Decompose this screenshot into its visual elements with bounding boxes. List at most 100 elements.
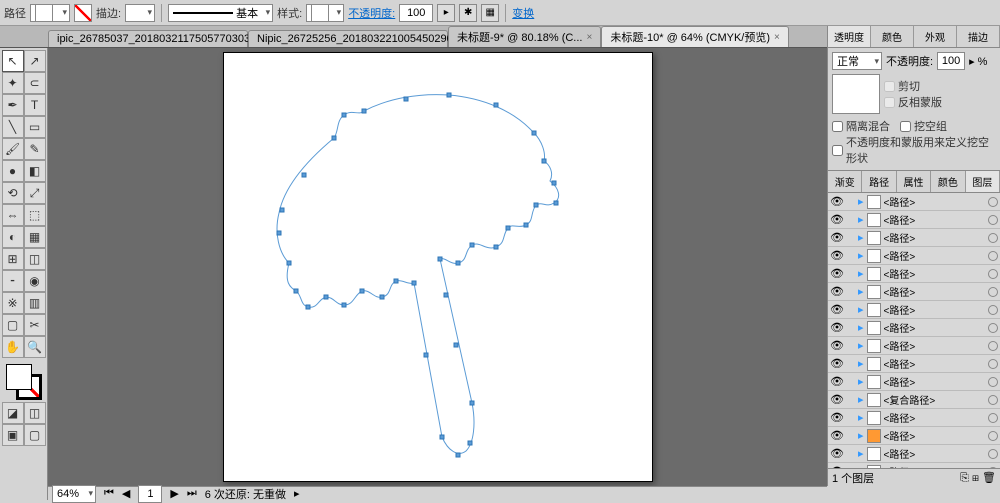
panel-tab[interactable]: 渐变: [828, 171, 862, 192]
panel-tab-stroke[interactable]: 描边: [957, 26, 1000, 47]
visibility-icon[interactable]: 👁: [830, 339, 842, 352]
layer-row[interactable]: 👁▸<路径>: [828, 229, 1000, 247]
layer-actions[interactable]: ⎘ ⊞ 🗑: [960, 471, 996, 485]
recolor-icon[interactable]: ✱: [459, 4, 477, 22]
stroke-swatch-icon[interactable]: [74, 4, 92, 22]
perspective-tool[interactable]: ▦: [24, 226, 46, 248]
layer-row[interactable]: 👁▸<路径>: [828, 193, 1000, 211]
layer-row[interactable]: 👁▸<路径>: [828, 409, 1000, 427]
visibility-icon[interactable]: 👁: [830, 321, 842, 334]
panel-tab-appearance[interactable]: 外观: [914, 26, 957, 47]
invert-checkbox[interactable]: 反相蒙版: [884, 94, 996, 110]
mesh-tool[interactable]: ⊞: [2, 248, 24, 270]
target-icon[interactable]: [988, 413, 998, 423]
stroke-weight[interactable]: [125, 4, 155, 22]
document-tab[interactable]: 未标题-9* @ 80.18% (C...×: [448, 26, 601, 47]
document-tab[interactable]: Nipic_26725256_20180322100545029030.ai*×: [248, 30, 448, 47]
layer-row[interactable]: 👁▸<路径>: [828, 301, 1000, 319]
fill-box[interactable]: [6, 364, 32, 390]
blend-mode-combo[interactable]: 正常: [832, 52, 882, 70]
eyedropper-tool[interactable]: ⁃: [2, 270, 24, 292]
target-icon[interactable]: [988, 269, 998, 279]
zoom-tool[interactable]: 🔍: [24, 336, 46, 358]
document-tab[interactable]: 未标题-10* @ 64% (CMYK/预览)×: [601, 26, 789, 47]
visibility-icon[interactable]: 👁: [830, 375, 842, 388]
target-icon[interactable]: [988, 359, 998, 369]
pen-tool[interactable]: ✒: [2, 94, 24, 116]
target-icon[interactable]: [988, 377, 998, 387]
visibility-icon[interactable]: 👁: [830, 213, 842, 226]
visibility-icon[interactable]: 👁: [830, 429, 842, 442]
visibility-icon[interactable]: 👁: [830, 267, 842, 280]
line-tool[interactable]: ╲: [2, 116, 24, 138]
close-icon[interactable]: ×: [774, 32, 780, 43]
layer-row[interactable]: 👁▸<路径>: [828, 211, 1000, 229]
visibility-icon[interactable]: 👁: [830, 357, 842, 370]
opacity-link[interactable]: 不透明度:: [348, 5, 395, 21]
pencil-tool[interactable]: ✎: [24, 138, 46, 160]
panel-tab-transparency[interactable]: 透明度: [828, 26, 871, 47]
rectangle-tool[interactable]: ▭: [24, 116, 46, 138]
target-icon[interactable]: [988, 215, 998, 225]
vector-path[interactable]: [224, 53, 654, 483]
layer-row[interactable]: 👁▸<路径>: [828, 265, 1000, 283]
panel-opacity-field[interactable]: [937, 52, 965, 70]
target-icon[interactable]: [988, 287, 998, 297]
opacity-field[interactable]: [399, 4, 433, 22]
layer-row[interactable]: 👁▸<路径>: [828, 319, 1000, 337]
blob-brush-tool[interactable]: ●: [2, 160, 24, 182]
symbol-sprayer-tool[interactable]: ※: [2, 292, 24, 314]
layer-row[interactable]: 👁▸<路径>: [828, 445, 1000, 463]
target-icon[interactable]: [988, 305, 998, 315]
panel-tab-color[interactable]: 颜色: [871, 26, 914, 47]
scale-tool[interactable]: ⤢: [24, 182, 46, 204]
layer-row[interactable]: 👁▸<路径>: [828, 355, 1000, 373]
align-icon[interactable]: ▦: [481, 4, 499, 22]
layer-row[interactable]: 👁▸<路径>: [828, 247, 1000, 265]
clip-checkbox[interactable]: 剪切: [884, 78, 996, 94]
artboard[interactable]: [223, 52, 653, 482]
nav-next-icon[interactable]: ▶: [170, 487, 178, 500]
panel-tab[interactable]: 路径: [862, 171, 896, 192]
change-screen-icon[interactable]: ▢: [24, 424, 46, 446]
opacity-thumb[interactable]: [832, 74, 880, 114]
selection-tool[interactable]: ↖: [2, 50, 24, 72]
canvas-area[interactable]: [48, 48, 827, 486]
document-tab[interactable]: ipic_26785037_20180321175057703037.ai*×: [48, 30, 248, 47]
lasso-tool[interactable]: ⊂: [24, 72, 46, 94]
graph-tool[interactable]: ▥: [24, 292, 46, 314]
target-icon[interactable]: [988, 395, 998, 405]
layer-row[interactable]: 👁▸<路径>: [828, 283, 1000, 301]
gradient-tool[interactable]: ◫: [24, 248, 46, 270]
artboard-tool[interactable]: ▢: [2, 314, 24, 336]
layer-row[interactable]: 👁▸<路径>: [828, 337, 1000, 355]
target-icon[interactable]: [988, 431, 998, 441]
shape-builder-tool[interactable]: ◐: [2, 226, 24, 248]
target-icon[interactable]: [988, 449, 998, 459]
layers-list[interactable]: 👁▸<路径>👁▸<路径>👁▸<路径>👁▸<路径>👁▸<路径>👁▸<路径>👁▸<路…: [828, 193, 1000, 468]
eraser-tool[interactable]: ◧: [24, 160, 46, 182]
panel-tab[interactable]: 属性: [897, 171, 931, 192]
gradient-mode-icon[interactable]: ◫: [24, 402, 46, 424]
free-transform-tool[interactable]: ⬚: [24, 204, 46, 226]
visibility-icon[interactable]: 👁: [830, 249, 842, 262]
type-tool[interactable]: T: [24, 94, 46, 116]
nav-prev-icon[interactable]: ◀: [122, 487, 130, 500]
slice-tool[interactable]: ✂: [24, 314, 46, 336]
brush-combo[interactable]: 基本: [168, 4, 273, 22]
transform-link[interactable]: 变换: [512, 5, 534, 21]
hand-tool[interactable]: ✋: [2, 336, 24, 358]
status-arrow-icon[interactable]: ▸: [294, 487, 300, 500]
blend-tool[interactable]: ◉: [24, 270, 46, 292]
visibility-icon[interactable]: 👁: [830, 393, 842, 406]
panel-tab[interactable]: 颜色: [931, 171, 965, 192]
nav-first-icon[interactable]: ⏮: [104, 487, 114, 500]
target-icon[interactable]: [988, 197, 998, 207]
visibility-icon[interactable]: 👁: [830, 231, 842, 244]
layer-row[interactable]: 👁▸<路径>: [828, 427, 1000, 445]
width-tool[interactable]: ⇔: [2, 204, 24, 226]
visibility-icon[interactable]: 👁: [830, 303, 842, 316]
direct-selection-tool[interactable]: ↗: [24, 50, 46, 72]
opacity-arrow-icon[interactable]: ▸: [437, 4, 455, 22]
visibility-icon[interactable]: 👁: [830, 447, 842, 460]
